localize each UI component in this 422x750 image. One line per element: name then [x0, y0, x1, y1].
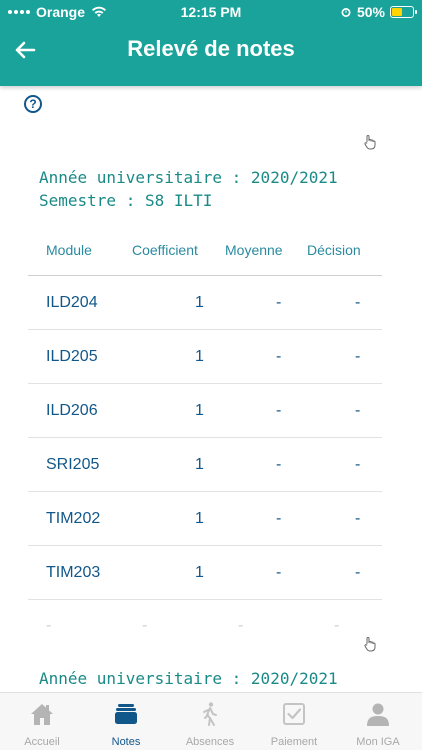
person-icon	[367, 703, 389, 726]
coefficient-cell: 1	[195, 348, 204, 365]
average-cell: -	[276, 510, 282, 527]
tab-paiement[interactable]: Paiement	[252, 693, 336, 750]
walking-person-icon	[203, 702, 217, 726]
battery-icon	[390, 6, 417, 18]
faded-cell: -	[46, 617, 52, 634]
decision-cell: -	[355, 456, 361, 473]
coefficient-cell: 1	[195, 564, 204, 581]
column-header-moyenne: Moyenne	[225, 242, 283, 258]
tab-label: Paiement	[270, 736, 318, 748]
module-cell: ILD205	[46, 348, 98, 365]
module-cell: TIM202	[46, 510, 101, 527]
page-title: Relevé de notes	[127, 36, 295, 61]
tab-label: Mon IGA	[356, 736, 400, 748]
battery-percent: 50%	[356, 4, 385, 20]
decision-cell: -	[355, 348, 361, 365]
average-cell: -	[276, 456, 282, 473]
column-header-coefficient: Coefficient	[132, 242, 198, 258]
tab-label: Absences	[185, 736, 235, 748]
module-cell: ILD206	[46, 402, 98, 419]
bottom-tab-bar: Accueil Notes Absences Paiement Mon IGA	[0, 692, 422, 750]
table-row: ILD206 1 - -	[28, 384, 382, 438]
decision-cell: -	[355, 510, 361, 527]
hand-pointer-icon[interactable]	[363, 134, 377, 150]
table-row: SRI205 1 - -	[28, 438, 382, 492]
average-cell: -	[276, 564, 282, 581]
table-row: ILD204 1 - -	[28, 276, 382, 330]
tab-label: Accueil	[24, 736, 60, 748]
tab-notes[interactable]: Notes	[84, 693, 168, 750]
module-cell: TIM203	[46, 564, 101, 581]
academic-year-label: Année universitaire : 2020/2021	[39, 669, 338, 688]
faded-cell: -	[238, 617, 244, 634]
hand-pointer-icon[interactable]	[363, 636, 377, 652]
coefficient-cell: 1	[195, 456, 204, 473]
status-right: 50%	[340, 4, 417, 20]
module-cell: ILD204	[46, 294, 98, 311]
grades-table-header: Module Coefficient Moyenne Décision	[28, 230, 382, 276]
academic-year-label: Année universitaire : 2020/2021	[39, 168, 338, 187]
semester-label: Semestre : S8 ILTI	[39, 191, 213, 210]
tab-accueil[interactable]: Accueil	[0, 693, 84, 750]
notes-stack-icon	[115, 704, 137, 724]
decision-cell: -	[355, 564, 361, 581]
column-header-decision: Décision	[307, 242, 361, 258]
average-cell: -	[276, 348, 282, 365]
coefficient-cell: 1	[195, 510, 204, 527]
faded-cell: -	[334, 617, 340, 634]
average-cell: -	[276, 402, 282, 419]
column-header-module: Module	[46, 242, 92, 258]
table-row: TIM203 1 - -	[28, 546, 382, 600]
decision-cell: -	[355, 402, 361, 419]
tab-absences[interactable]: Absences	[168, 693, 252, 750]
table-row: TIM202 1 - -	[28, 492, 382, 546]
module-cell: SRI205	[46, 456, 100, 473]
status-bar: Orange 12:15 PM 50%	[0, 0, 422, 24]
table-row: ILD205 1 - -	[28, 330, 382, 384]
tab-mon-iga[interactable]: Mon IGA	[336, 693, 420, 750]
faded-cell: -	[142, 617, 148, 634]
coefficient-cell: 1	[195, 294, 204, 311]
app-header: Orange 12:15 PM 50% Relevé de notes	[0, 0, 422, 86]
decision-cell: -	[355, 294, 361, 311]
average-cell: -	[276, 294, 282, 311]
coefficient-cell: 1	[195, 402, 204, 419]
home-icon	[31, 704, 53, 725]
tab-label: Notes	[111, 736, 141, 748]
help-icon[interactable]: ?	[24, 95, 42, 113]
alarm-icon	[341, 8, 351, 17]
checkbox-icon	[283, 703, 305, 725]
